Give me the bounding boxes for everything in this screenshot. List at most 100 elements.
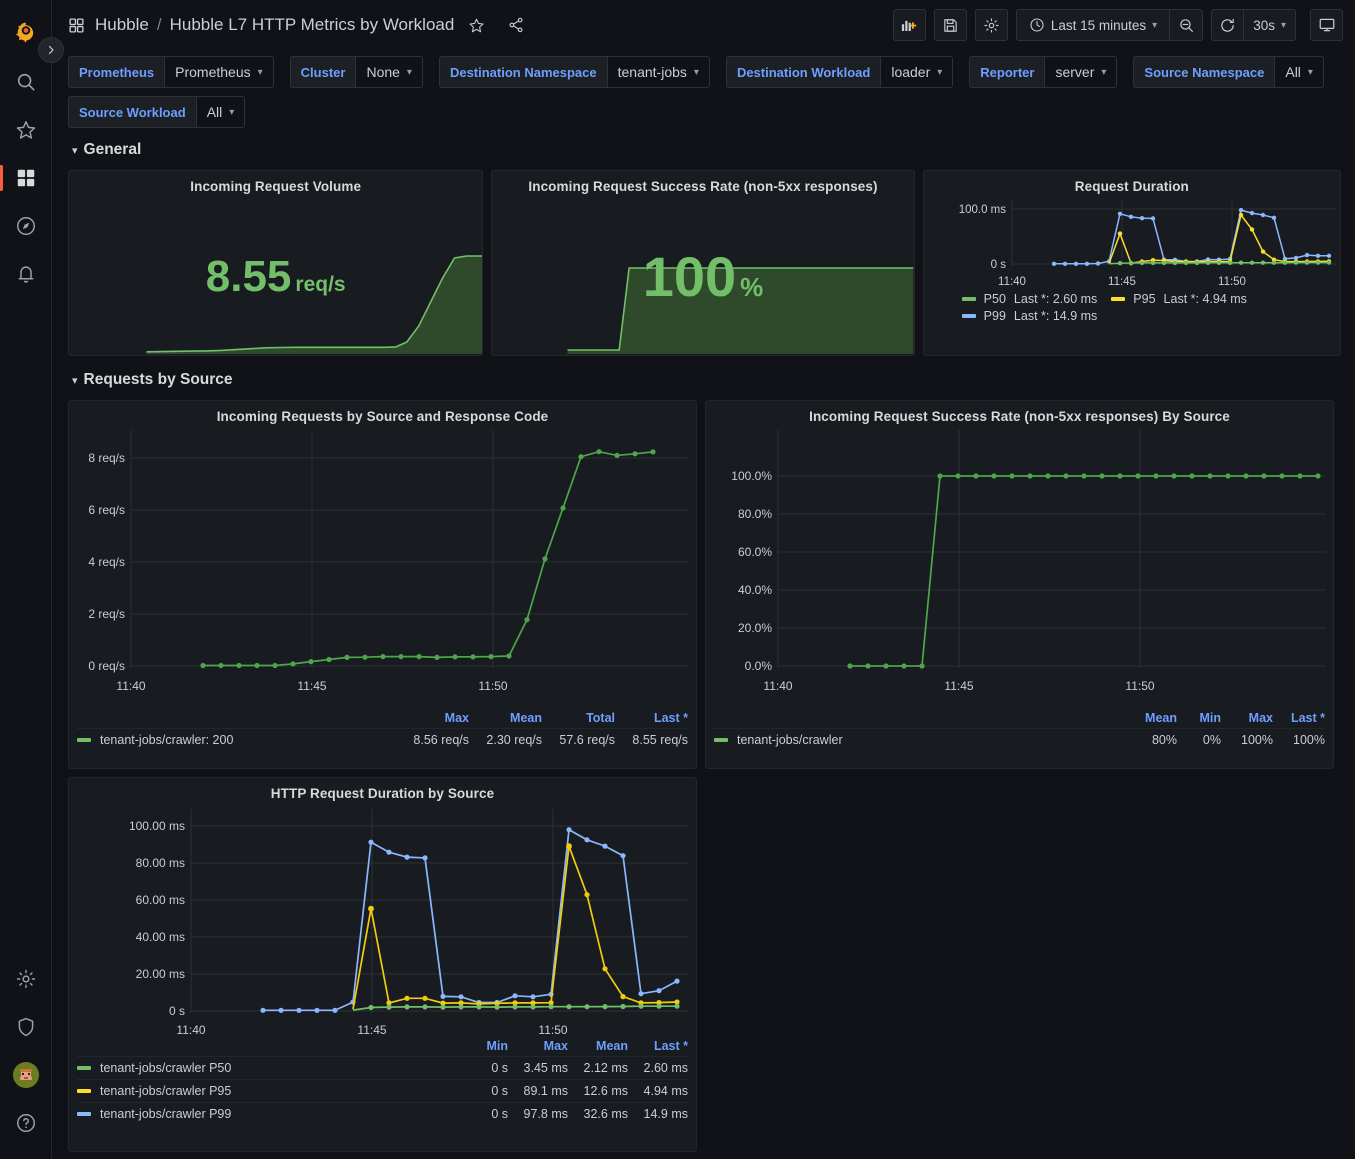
panel-request-duration: Request Duration 100.0 ms 0 s 11:40 11:4…: [922, 170, 1341, 356]
legend-item[interactable]: P95 Last *: 4.94 ms: [1111, 292, 1247, 306]
svg-text:80.00 ms: 80.00 ms: [136, 856, 185, 870]
sidebar-item-dashboards[interactable]: [0, 158, 46, 198]
row-header-general[interactable]: ▾ General: [72, 136, 1341, 164]
variable-value: All: [1285, 64, 1301, 80]
variable-value-dropdown[interactable]: All ▾: [1274, 56, 1324, 88]
dashboard-settings-button[interactable]: [974, 9, 1008, 41]
chevron-down-icon: ▾: [1280, 19, 1286, 31]
legend-item[interactable]: P50 Last *: 2.60 ms: [961, 292, 1097, 306]
legend-column-header[interactable]: Last *: [628, 1039, 688, 1053]
refresh-interval-picker[interactable]: 30s ▾: [1244, 9, 1296, 41]
variable-value: server: [1055, 64, 1095, 80]
panel-title: Request Duration: [1074, 179, 1189, 194]
time-range-picker[interactable]: Last 15 minutes ▾: [1015, 9, 1171, 41]
stat-value: 8.55: [205, 252, 292, 302]
legend-column-header[interactable]: Max: [1221, 711, 1273, 725]
legend-series-name: tenant-jobs/crawler: [737, 733, 843, 747]
breadcrumb-separator: /: [156, 15, 162, 34]
legend-cell-max: 3.45 ms: [523, 1061, 568, 1075]
dashboards-icon: [15, 167, 37, 189]
chevron-down-icon: ▾: [693, 66, 699, 78]
grafana-app: Hubble / Hubble L7 HTTP Metrics by Workl…: [0, 0, 1355, 1159]
legend-series-name: tenant-jobs/crawler P50: [100, 1061, 232, 1075]
share-dashboard-icon[interactable]: [507, 16, 525, 34]
legend-cell-last: 8.55 req/s: [632, 733, 688, 747]
star-dashboard-icon[interactable]: [468, 17, 485, 34]
breadcrumb: Hubble / Hubble L7 HTTP Metrics by Workl…: [68, 15, 893, 35]
star-icon[interactable]: [6, 110, 46, 150]
save-dashboard-button[interactable]: [933, 9, 967, 41]
variable-value-dropdown[interactable]: loader ▾: [880, 56, 954, 88]
shield-icon[interactable]: [6, 1007, 46, 1047]
row-requests-by-source-panels: Incoming Requests by Source and Response…: [68, 400, 1341, 769]
svg-text:0 s: 0 s: [169, 1004, 185, 1018]
row-title: Requests by Source: [83, 371, 233, 388]
expand-navigation-button[interactable]: [38, 37, 64, 63]
legend-cell-mean: 2.12 ms: [583, 1061, 628, 1075]
svg-text:0 s: 0 s: [990, 259, 1006, 271]
svg-text:60.0%: 60.0%: [738, 545, 772, 559]
variable-value-dropdown[interactable]: tenant-jobs ▾: [606, 56, 710, 88]
svg-text:20.00 ms: 20.00 ms: [136, 967, 185, 981]
legend-item[interactable]: P99 Last *: 14.9 ms: [961, 309, 1332, 323]
compass-icon[interactable]: [6, 206, 46, 246]
legend-series-stat: Last *: 14.9 ms: [1013, 309, 1098, 323]
svg-text:11:50: 11:50: [478, 679, 507, 693]
legend-column-header[interactable]: Min: [452, 1039, 508, 1053]
svg-text:11:50: 11:50: [538, 1023, 567, 1037]
panel-legend: Mean Min Max Last * tenant-jobs/crawler …: [706, 711, 1333, 757]
dashboard-grid-icon: [68, 17, 85, 34]
stat-value-group: 8.55 req/s: [69, 255, 482, 299]
variable-value-dropdown[interactable]: All ▾: [195, 96, 246, 128]
legend-row[interactable]: tenant-jobs/crawler P99 0 s 97.8 ms 32.6…: [77, 1102, 688, 1125]
avatar[interactable]: [6, 1055, 46, 1095]
legend-cell-last: 4.94 ms: [643, 1084, 688, 1098]
panel-title: Incoming Request Success Rate (non-5xx r…: [528, 179, 878, 194]
help-icon[interactable]: [6, 1103, 46, 1143]
timeseries-chart: 100.0% 80.0% 60.0% 40.0% 20.0% 0.0% 11:4…: [731, 430, 1326, 693]
page-title[interactable]: Hubble L7 HTTP Metrics by Workload: [170, 15, 455, 35]
stat-value-group: 100 %: [492, 249, 913, 305]
variable-label: Prometheus: [68, 56, 165, 88]
legend-color-swatch: [961, 297, 976, 301]
search-icon[interactable]: [6, 62, 46, 102]
svg-text:100.0 ms: 100.0 ms: [958, 204, 1006, 216]
tv-mode-button[interactable]: [1310, 9, 1343, 41]
legend-column-header[interactable]: Last *: [615, 711, 688, 725]
legend-column-header[interactable]: Min: [1177, 711, 1221, 725]
legend-column-header[interactable]: Mean: [469, 711, 542, 725]
refresh-dashboard-button[interactable]: [1211, 9, 1245, 41]
legend-column-header[interactable]: Mean: [1125, 711, 1177, 725]
legend-column-header[interactable]: Total: [542, 711, 615, 725]
legend-column-header[interactable]: Last *: [1273, 711, 1325, 725]
timeseries-chart: 100.0 ms 0 s 11:40 11:45 11:50: [958, 200, 1336, 288]
panel-legend: P50 Last *: 2.60 ms P95 Last *: 4.94 ms …: [924, 290, 1340, 329]
panel-title: Incoming Request Success Rate (non-5xx r…: [809, 409, 1230, 424]
zoom-out-time-button[interactable]: [1170, 9, 1204, 41]
legend-series-name: P50: [983, 292, 1006, 306]
breadcrumb-folder[interactable]: Hubble: [95, 15, 149, 35]
legend-header-row: Max Mean Total Last *: [77, 711, 688, 728]
legend-color-swatch: [77, 738, 91, 742]
legend-column-header[interactable]: Max: [508, 1039, 568, 1053]
legend-column-header[interactable]: Max: [396, 711, 469, 725]
avatar-image: [12, 1062, 39, 1088]
add-panel-button[interactable]: [892, 9, 926, 41]
svg-text:11:45: 11:45: [944, 679, 973, 693]
chevron-down-icon: ▾: [1152, 19, 1158, 31]
svg-text:0.0%: 0.0%: [745, 659, 773, 673]
bell-icon[interactable]: [6, 254, 46, 294]
row-header-requests-by-source[interactable]: ▾ Requests by Source: [72, 366, 1341, 394]
legend-row[interactable]: tenant-jobs/crawler P50 0 s 3.45 ms 2.12…: [77, 1056, 688, 1079]
svg-text:100.0%: 100.0%: [731, 469, 772, 483]
variable-value-dropdown[interactable]: server ▾: [1044, 56, 1118, 88]
legend-column-header[interactable]: Mean: [568, 1039, 628, 1053]
legend-row[interactable]: tenant-jobs/crawler: 200 8.56 req/s 2.30…: [77, 728, 688, 751]
dashboard-toolbar: Hubble / Hubble L7 HTTP Metrics by Workl…: [52, 0, 1355, 50]
variable-value-dropdown[interactable]: Prometheus ▾: [164, 56, 274, 88]
legend-row[interactable]: tenant-jobs/crawler 80% 0% 100% 100%: [714, 728, 1325, 751]
legend-row[interactable]: tenant-jobs/crawler P95 0 s 89.1 ms 12.6…: [77, 1079, 688, 1102]
svg-text:11:40: 11:40: [998, 276, 1026, 288]
gear-icon[interactable]: [6, 959, 46, 999]
variable-value-dropdown[interactable]: None ▾: [355, 56, 423, 88]
